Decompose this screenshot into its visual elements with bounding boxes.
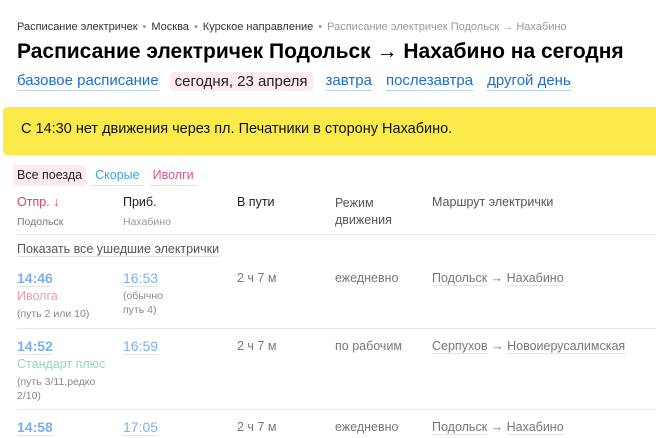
route-to[interactable]: Новоиерусалимская (507, 339, 626, 354)
train-filters: Все поезда Скорые Иволги (13, 165, 203, 186)
route-to[interactable]: Нахабино (506, 420, 564, 435)
route-from[interactable]: Серпухов (432, 339, 488, 354)
divider (17, 409, 656, 410)
breadcrumb-current: Расписание электричек Подольск → Нахабин… (327, 21, 567, 33)
departure-time[interactable]: 14:52 (17, 338, 53, 355)
schedule-mode: по рабочим (335, 339, 403, 353)
day-selector: базовое расписание сегодня, 23 апреля за… (17, 72, 585, 91)
show-departed-link[interactable]: Показать все ушедшие электрички (17, 242, 220, 257)
divider (17, 328, 656, 329)
filter-fast[interactable]: Скорые (91, 165, 144, 186)
header-mode: Режим движения (335, 196, 392, 227)
departure-time[interactable]: 14:58 (17, 419, 53, 436)
route-to[interactable]: Нахабино (506, 271, 564, 286)
route: Подольск → Нахабино (432, 420, 564, 435)
header-route: Маршрут электрички (432, 195, 554, 209)
breadcrumb-separator: • (318, 21, 323, 33)
travel-time: 2 ч 7 м (237, 339, 277, 353)
travel-time: 2 ч 7 м (237, 420, 277, 434)
breadcrumb-moscow[interactable]: Москва (151, 21, 189, 33)
header-departure-station: Подольск (17, 216, 64, 228)
day-today[interactable]: сегодня, 23 апреля (169, 72, 313, 91)
breadcrumb-separator: • (193, 21, 198, 33)
departure-time[interactable]: 14:46 (17, 270, 53, 287)
day-after-tomorrow[interactable]: послезавтра (385, 72, 474, 91)
departure-platform: (путь 2 или 10) (17, 308, 90, 320)
route-from[interactable]: Подольск (432, 271, 488, 286)
day-tomorrow[interactable]: завтра (325, 72, 372, 91)
breadcrumb-kursk[interactable]: Курское направление (203, 21, 313, 33)
travel-time: 2 ч 7 м (237, 271, 277, 285)
filter-all[interactable]: Все поезда (13, 165, 87, 186)
arrival-time[interactable]: 17:05 (123, 419, 159, 436)
arrival-platform: (обычно путь 4) (123, 290, 164, 316)
filter-ivolga[interactable]: Иволги (148, 165, 198, 186)
header-arrival[interactable]: Приб. (123, 195, 157, 209)
route: Серпухов → Новоиерусалимская (432, 339, 626, 354)
route-from[interactable]: Подольск (432, 420, 488, 435)
schedule-mode: ежедневно (335, 271, 399, 285)
route: Подольск → Нахабино (432, 271, 564, 286)
breadcrumb-schedules[interactable]: Расписание электричек (17, 21, 138, 33)
header-travel-time[interactable]: В пути (237, 195, 275, 209)
alert-banner: С 14:30 нет движения через пл. Печатники… (3, 107, 656, 155)
day-base[interactable]: базовое расписание (17, 72, 159, 91)
train-type: Стандарт плюс (17, 357, 106, 371)
train-type: Иволга (17, 289, 58, 303)
header-arrival-station: Нахабино (123, 216, 171, 228)
day-other[interactable]: другой день (487, 72, 571, 91)
departure-platform: (путь 3/11,редко 2/10) (17, 376, 96, 402)
page-title: Расписание электричек Подольск → Нахабин… (17, 40, 624, 63)
schedule-mode: ежедневно (335, 420, 399, 434)
header-departure[interactable]: Отпр. ↓ (17, 195, 59, 209)
arrival-time[interactable]: 16:59 (123, 338, 159, 355)
divider (17, 234, 656, 235)
arrival-time[interactable]: 16:53 (123, 270, 159, 287)
breadcrumb-separator: • (142, 21, 147, 33)
breadcrumb: Расписание электричек • Москва • Курское нап… (17, 21, 567, 33)
